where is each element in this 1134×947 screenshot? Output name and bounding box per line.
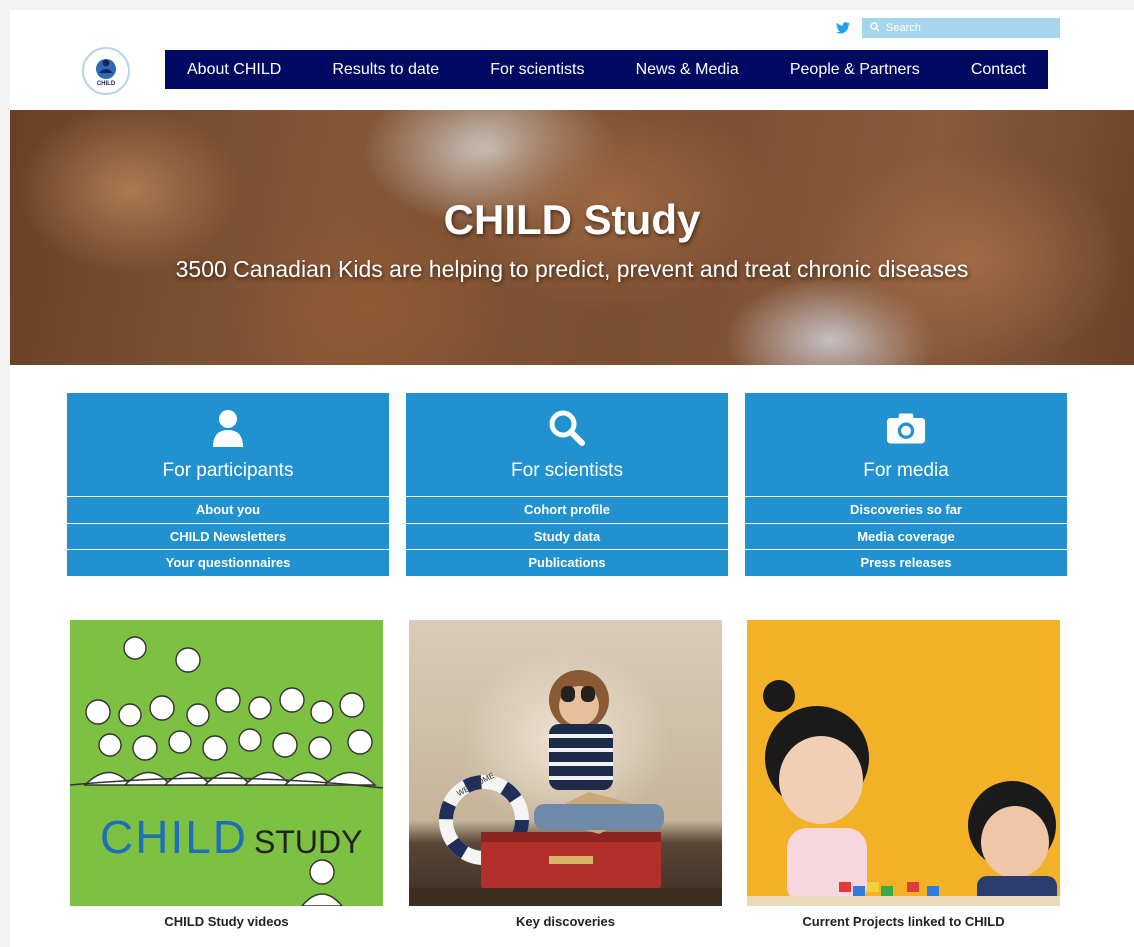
hero-subtitle: 3500 Canadian Kids are helping to predic… bbox=[175, 256, 969, 282]
user-icon bbox=[208, 408, 248, 448]
projects-image[interactable] bbox=[747, 620, 1060, 906]
hero-title: CHILD Study bbox=[443, 196, 701, 243]
scientists-box: For scientists Cohort profile Study data… bbox=[406, 393, 728, 576]
caption-videos[interactable]: CHILD Study videos bbox=[70, 914, 383, 929]
scientists-header[interactable]: For scientists bbox=[406, 393, 728, 496]
search-icon bbox=[547, 408, 587, 448]
main-nav: About CHILD Results to date For scientis… bbox=[165, 50, 1048, 89]
caption-discoveries[interactable]: Key discoveries bbox=[409, 914, 722, 929]
top-bar bbox=[836, 18, 1060, 38]
image-text-study: STUDY bbox=[254, 824, 363, 860]
scientists-title: For scientists bbox=[511, 460, 623, 481]
search-input[interactable] bbox=[886, 22, 1046, 34]
search-box[interactable] bbox=[862, 18, 1060, 38]
media-box: For media Discoveries so far Media cover… bbox=[745, 393, 1067, 576]
camera-icon bbox=[886, 408, 926, 448]
link-about-you[interactable]: About you bbox=[67, 496, 389, 523]
media-header[interactable]: For media bbox=[745, 393, 1067, 496]
nav-news-media[interactable]: News & Media bbox=[636, 61, 739, 79]
hero-banner: CHILD Study 3500 Canadian Kids are helpi… bbox=[10, 110, 1134, 365]
page: CHILD About CHILD Results to date For sc… bbox=[10, 10, 1134, 947]
child-binoculars-icon bbox=[409, 670, 722, 906]
link-your-questionnaires[interactable]: Your questionnaires bbox=[67, 549, 389, 576]
link-media-coverage[interactable]: Media coverage bbox=[745, 522, 1067, 550]
nav-contact[interactable]: Contact bbox=[971, 61, 1026, 79]
participants-title: For participants bbox=[162, 460, 294, 481]
nav-about-child[interactable]: About CHILD bbox=[187, 61, 281, 79]
link-study-data[interactable]: Study data bbox=[406, 522, 728, 550]
logo-text: CHILD bbox=[96, 80, 116, 87]
nav-results-to-date[interactable]: Results to date bbox=[332, 61, 439, 79]
caption-projects[interactable]: Current Projects linked to CHILD bbox=[747, 914, 1060, 929]
link-cohort-profile[interactable]: Cohort profile bbox=[406, 496, 728, 523]
image-text-child: CHILD bbox=[100, 811, 249, 863]
link-publications[interactable]: Publications bbox=[406, 549, 728, 576]
card-videos: CHILD STUDY CHILD Study videos bbox=[70, 620, 383, 929]
logo-mark-icon bbox=[96, 58, 116, 79]
nav-for-scientists[interactable]: For scientists bbox=[490, 61, 584, 79]
participants-header[interactable]: For participants bbox=[67, 393, 389, 496]
link-press-releases[interactable]: Press releases bbox=[745, 549, 1067, 576]
link-discoveries-so-far[interactable]: Discoveries so far bbox=[745, 496, 1067, 523]
card-projects: Current Projects linked to CHILD bbox=[747, 620, 1060, 929]
child-logo[interactable]: CHILD bbox=[82, 47, 130, 95]
twitter-icon[interactable] bbox=[836, 21, 852, 35]
children-playing-icon bbox=[747, 680, 1060, 906]
discoveries-image[interactable]: WELCOME bbox=[409, 620, 722, 906]
search-icon bbox=[870, 19, 880, 37]
nav-people-partners[interactable]: People & Partners bbox=[790, 61, 920, 79]
media-title: For media bbox=[863, 460, 949, 481]
videos-image[interactable]: CHILD STUDY bbox=[70, 620, 383, 906]
link-child-newsletters[interactable]: CHILD Newsletters bbox=[67, 522, 389, 550]
participants-box: For participants About you CHILD Newslet… bbox=[67, 393, 389, 576]
child-study-logo-text: CHILD STUDY bbox=[100, 810, 362, 864]
card-discoveries: WELCOME Key discoveries bbox=[409, 620, 722, 929]
